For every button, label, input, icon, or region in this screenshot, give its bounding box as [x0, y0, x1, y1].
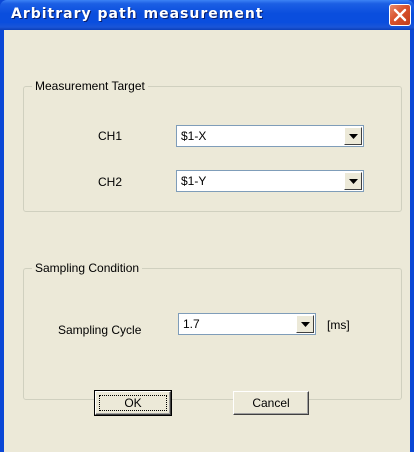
window-title: Arbitrary path measurement — [11, 6, 264, 22]
close-button[interactable] — [389, 4, 411, 26]
measurement-target-group: Measurement Target — [23, 79, 402, 212]
chevron-down-icon — [349, 179, 358, 184]
ch1-select[interactable]: $1-X — [176, 125, 364, 147]
sampling-cycle-dropdown-button[interactable] — [296, 315, 314, 333]
sampling-cycle-unit: [ms] — [327, 318, 350, 332]
measurement-target-legend: Measurement Target — [32, 79, 148, 93]
title-bar[interactable]: Arbitrary path measurement — [0, 0, 414, 30]
sampling-cycle-label: Sampling Cycle — [58, 323, 142, 337]
dialog-body: Measurement Target CH1 $1-X CH2 $1-Y Sam… — [4, 30, 410, 452]
ch1-value: $1-X — [181, 129, 207, 143]
close-icon — [393, 8, 407, 22]
ch1-label: CH1 — [98, 129, 123, 143]
ok-button[interactable]: OK — [94, 390, 172, 416]
ch1-dropdown-button[interactable] — [344, 127, 362, 145]
dialog-window: Arbitrary path measurement Measurement T… — [0, 0, 414, 452]
chevron-down-icon — [301, 322, 310, 327]
chevron-down-icon — [349, 134, 358, 139]
sampling-cycle-value: 1.7 — [183, 317, 200, 331]
ch2-label: CH2 — [98, 175, 123, 189]
ok-button-label: OK — [124, 396, 142, 410]
ch2-value: $1-Y — [181, 174, 207, 188]
ch2-select[interactable]: $1-Y — [176, 170, 364, 192]
sampling-condition-legend: Sampling Condition — [32, 261, 143, 275]
sampling-cycle-select[interactable]: 1.7 — [178, 313, 316, 335]
ch2-dropdown-button[interactable] — [344, 172, 362, 190]
cancel-button-label: Cancel — [252, 396, 290, 410]
cancel-button[interactable]: Cancel — [233, 391, 309, 415]
